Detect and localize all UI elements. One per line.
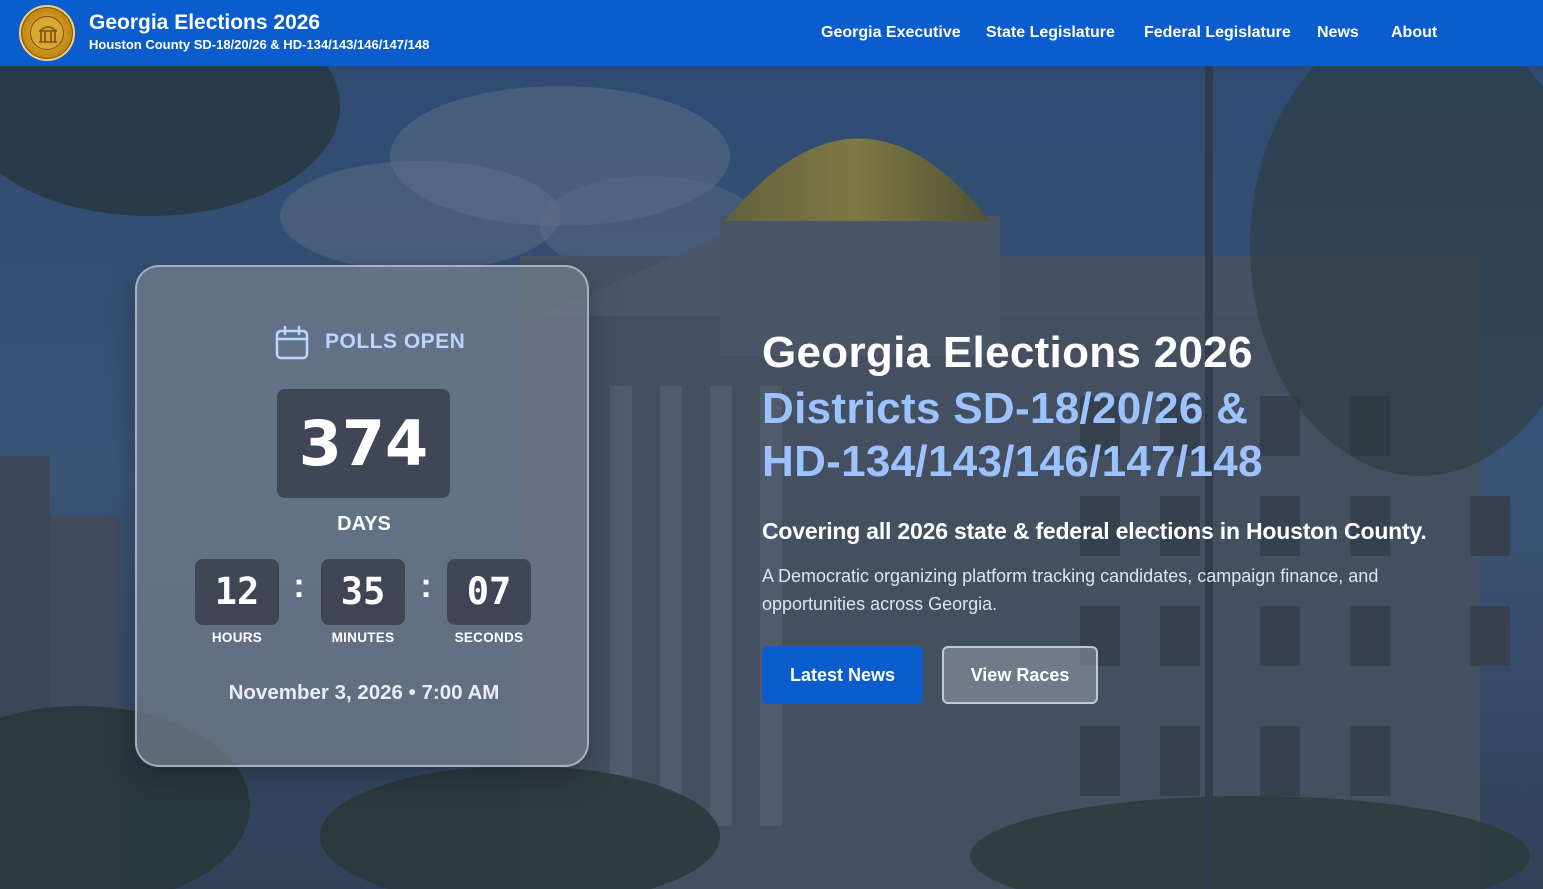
calendar-icon: [275, 325, 309, 360]
election-date: November 3, 2026 • 7:00 AM: [228, 681, 500, 704]
state-seal-logo[interactable]: [19, 5, 75, 61]
seal-emblem: [30, 16, 64, 50]
polls-open-label: POLLS OPEN: [325, 330, 466, 353]
top-navigation-bar: Georgia Elections 2026 Houston County SD…: [0, 0, 1543, 66]
seconds-label: SECONDS: [454, 630, 524, 645]
hours-counter: 12: [195, 559, 279, 625]
hours-label: HOURS: [211, 630, 263, 645]
hero-tagline: Covering all 2026 state & federal electi…: [762, 518, 1427, 544]
days-label: DAYS: [337, 513, 391, 535]
nav-about[interactable]: About: [1391, 0, 1437, 66]
hero-title: Georgia Elections 2026: [762, 328, 1253, 377]
countdown-card: POLLS OPEN 374 DAYS 12 : 35 : 07 HOURS M…: [135, 265, 589, 767]
view-races-button[interactable]: View Races: [942, 646, 1098, 704]
nav-state-legislature[interactable]: State Legislature: [986, 0, 1115, 66]
arch-icon: [39, 26, 57, 43]
nav-news[interactable]: News: [1317, 0, 1359, 66]
time-separator: :: [293, 567, 305, 605]
days-counter: 374: [277, 389, 450, 498]
hero-subtitle: Districts SD-18/20/26 & HD-134/143/146/1…: [762, 384, 1263, 486]
site-title[interactable]: Georgia Elections 2026: [89, 11, 320, 35]
hero-description: A Democratic organizing platform trackin…: [762, 566, 1379, 614]
minutes-counter: 35: [321, 559, 405, 625]
seconds-counter: 07: [447, 559, 531, 625]
minutes-label: MINUTES: [331, 630, 395, 645]
nav-federal-legislature[interactable]: Federal Legislature: [1144, 0, 1291, 66]
latest-news-button[interactable]: Latest News: [762, 646, 923, 704]
nav-georgia-executive[interactable]: Georgia Executive: [821, 0, 961, 66]
time-separator: :: [420, 567, 432, 605]
site-subtitle: Houston County SD-18/20/26 & HD-134/143/…: [89, 37, 430, 52]
